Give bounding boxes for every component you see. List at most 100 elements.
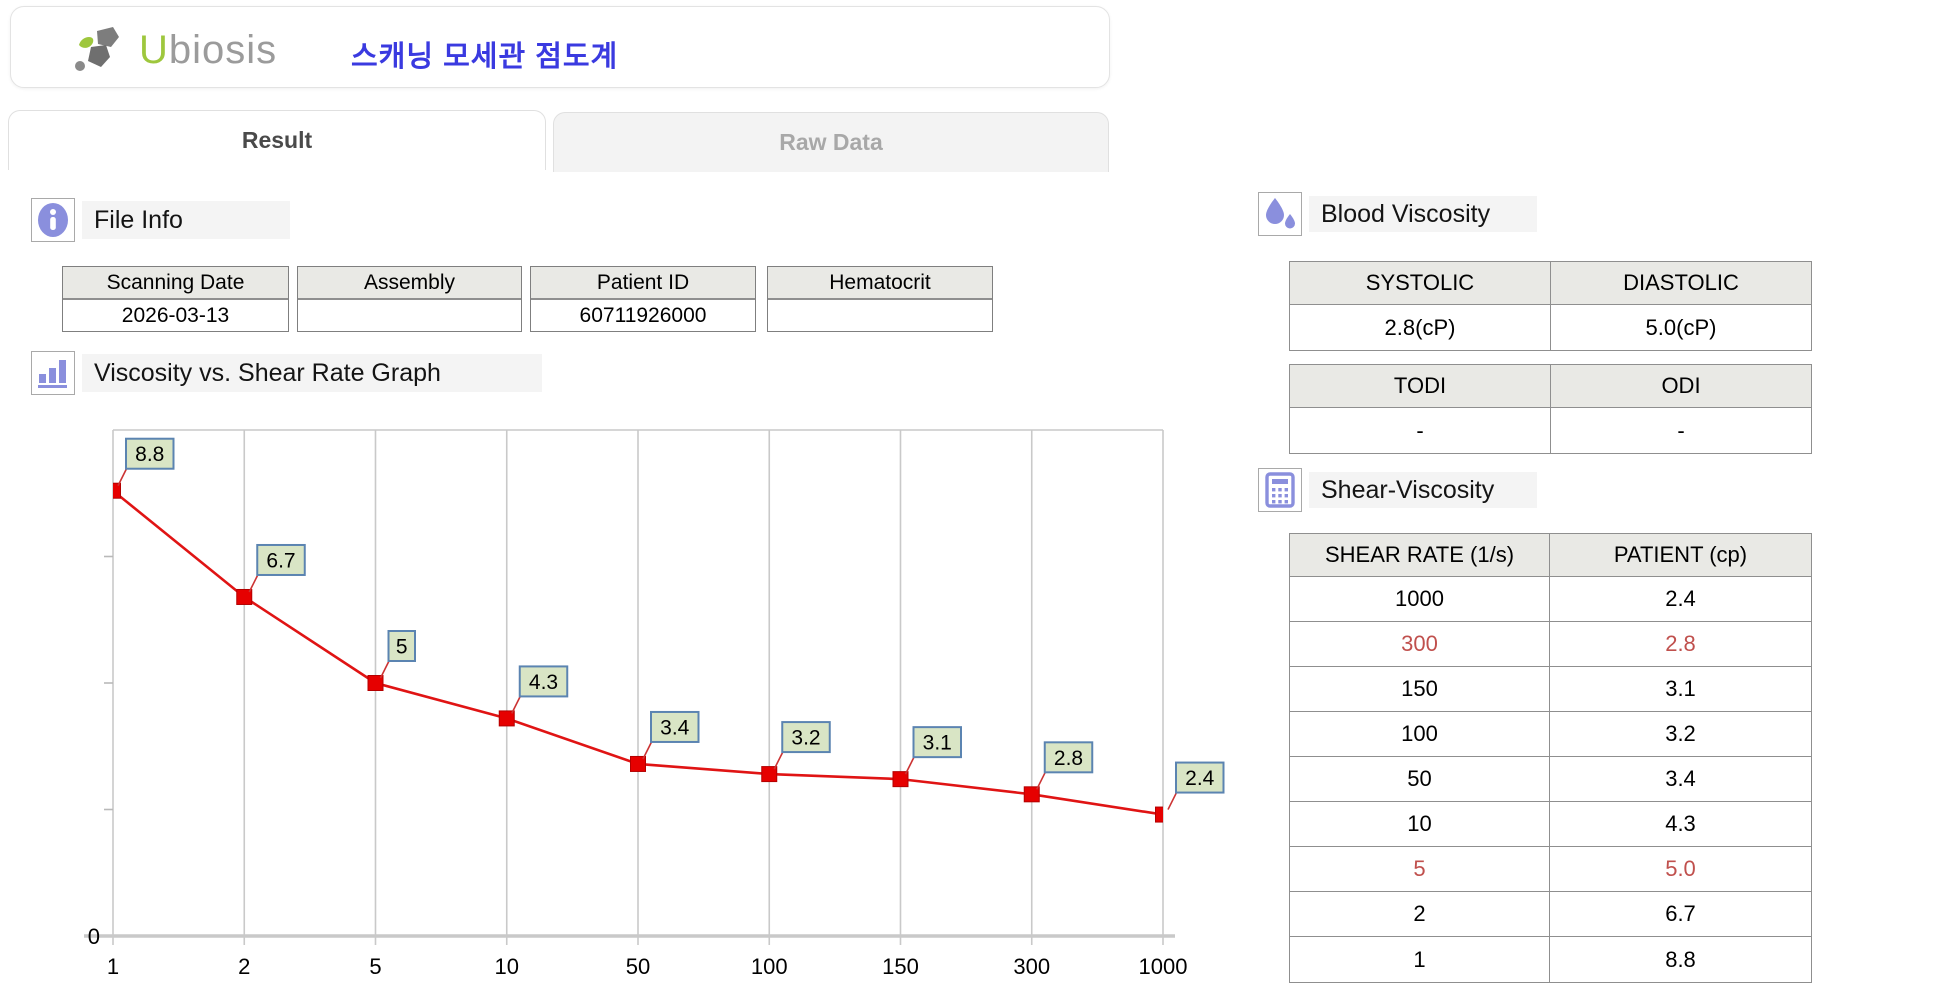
shear-viscosity-row: 1503.1 — [1290, 667, 1811, 712]
header-card: Ubiosis 스캐닝 모세관 점도계 — [10, 6, 1110, 88]
field-scanning-date: Scanning Date 2026-03-13 — [62, 266, 289, 332]
x-axis-label: 10 — [495, 954, 519, 979]
shear-viscosity-icon-box — [1258, 468, 1302, 512]
logo-biosis: biosis — [169, 28, 277, 72]
shear-viscosity-row: 3002.8 — [1290, 622, 1811, 667]
todi-value: - — [1290, 408, 1551, 453]
data-label-text: 3.1 — [923, 732, 952, 755]
diastolic-header: DIASTOLIC — [1551, 262, 1811, 304]
data-label-text: 3.4 — [660, 716, 690, 739]
patient-cell: 6.7 — [1550, 892, 1811, 936]
x-axis-label: 1 — [107, 954, 119, 979]
shear-viscosity-rows: 10002.43002.81503.11003.2503.4104.355.02… — [1290, 577, 1811, 982]
patient-cell: 3.1 — [1550, 667, 1811, 711]
shear-rate-cell: 1000 — [1290, 577, 1550, 621]
graph-icon-box — [31, 351, 75, 395]
field-label: Scanning Date — [63, 267, 288, 300]
systolic-header: SYSTOLIC — [1290, 262, 1551, 304]
label-leader-line — [1037, 771, 1046, 789]
info-icon — [35, 201, 71, 239]
label-leader-line — [118, 468, 127, 486]
shear-rate-cell: 5 — [1290, 847, 1550, 891]
shear-viscosity-row: 503.4 — [1290, 757, 1811, 802]
data-label-text: 2.4 — [1185, 767, 1215, 790]
shear-viscosity-row: 18.8 — [1290, 937, 1811, 982]
tab-raw-data[interactable]: Raw Data — [553, 112, 1109, 172]
data-label-text: 3.2 — [791, 727, 820, 750]
label-leader-line — [249, 574, 258, 592]
file-info-icon-box — [31, 198, 75, 242]
odi-header: ODI — [1551, 365, 1811, 407]
graph-section-title: Viscosity vs. Shear Rate Graph — [82, 354, 542, 392]
x-axis-label: 5 — [369, 954, 381, 979]
file-info-title: File Info — [82, 201, 290, 239]
viscosity-shear-rate-chart: 1 2 5 10 50 100 150 300 1000 0 8.8 6.7 5 4.3 3.4 3.2 3.1… — [70, 426, 1250, 992]
app-logo: Ubiosis — [73, 25, 277, 75]
field-patient-id: Patient ID 60711926000 — [530, 266, 756, 332]
data-label-text: 8.8 — [135, 443, 164, 466]
field-value: 60711926000 — [531, 300, 755, 331]
field-label: Hematocrit — [768, 267, 992, 300]
blood-viscosity-icon-box — [1258, 192, 1302, 236]
calculator-icon — [1263, 472, 1297, 508]
field-assembly: Assembly — [297, 266, 522, 332]
diastolic-value: 5.0(cP) — [1551, 305, 1811, 350]
shear-rate-cell: 300 — [1290, 622, 1550, 666]
shear-rate-cell: 100 — [1290, 712, 1550, 756]
data-label-text: 4.3 — [529, 671, 558, 694]
shear-viscosity-row: 104.3 — [1290, 802, 1811, 847]
field-hematocrit: Hematocrit — [767, 266, 993, 332]
label-leader-line — [1168, 792, 1177, 810]
app-logo-text: Ubiosis — [139, 25, 277, 75]
shear-rate-cell: 150 — [1290, 667, 1550, 711]
logo-letter-u: U — [139, 28, 169, 72]
patient-cell: 3.4 — [1550, 757, 1811, 801]
shear-viscosity-row: 26.7 — [1290, 892, 1811, 937]
shear-rate-column-header: SHEAR RATE (1/s) — [1290, 534, 1550, 576]
patient-cell: 5.0 — [1550, 847, 1811, 891]
x-axis-label: 300 — [1013, 954, 1050, 979]
shear-viscosity-row: 1003.2 — [1290, 712, 1811, 757]
blood-viscosity-title: Blood Viscosity — [1309, 196, 1537, 232]
odi-value: - — [1551, 408, 1811, 453]
x-axis-label: 50 — [626, 954, 650, 979]
x-axis-label: 100 — [751, 954, 788, 979]
field-value — [298, 300, 521, 331]
label-leader-line — [381, 660, 390, 678]
x-axis-label: 1000 — [1139, 954, 1188, 979]
label-leader-line — [643, 741, 652, 759]
shear-viscosity-table-header: SHEAR RATE (1/s) PATIENT (cp) — [1290, 534, 1811, 577]
data-label-text: 5 — [396, 636, 408, 659]
shear-rate-cell: 10 — [1290, 802, 1550, 846]
patient-cell: 2.8 — [1550, 622, 1811, 666]
data-label-text: 6.7 — [266, 549, 295, 572]
field-label: Assembly — [298, 267, 521, 300]
bar-chart-icon — [36, 356, 70, 390]
data-label-text: 2.8 — [1054, 747, 1083, 770]
patient-cell: 8.8 — [1550, 937, 1811, 982]
tab-result[interactable]: Result — [8, 110, 546, 170]
x-axis-label: 2 — [238, 954, 250, 979]
label-leader-line — [512, 695, 521, 713]
systolic-diastolic-table: SYSTOLIC DIASTOLIC 2.8(cP) 5.0(cP) — [1289, 261, 1812, 351]
x-axis-label: 150 — [882, 954, 919, 979]
blood-drops-icon — [1262, 196, 1298, 232]
shear-viscosity-row: 55.0 — [1290, 847, 1811, 892]
shear-rate-cell: 50 — [1290, 757, 1550, 801]
patient-cell: 4.3 — [1550, 802, 1811, 846]
todi-odi-table: TODI ODI - - — [1289, 364, 1812, 454]
shear-rate-cell: 2 — [1290, 892, 1550, 936]
field-value — [768, 300, 992, 331]
label-leader-line — [774, 751, 783, 769]
field-value: 2026-03-13 — [63, 300, 288, 331]
todi-header: TODI — [1290, 365, 1551, 407]
shear-rate-cell: 1 — [1290, 937, 1550, 982]
shear-viscosity-title: Shear-Viscosity — [1309, 472, 1537, 508]
field-label: Patient ID — [531, 267, 755, 300]
label-leader-line — [906, 756, 915, 774]
systolic-value: 2.8(cP) — [1290, 305, 1551, 350]
app-title-korean: 스캐닝 모세관 점도계 — [351, 33, 618, 75]
shear-viscosity-table: SHEAR RATE (1/s) PATIENT (cp) 10002.4300… — [1289, 533, 1812, 983]
patient-cell: 2.4 — [1550, 577, 1811, 621]
y-axis-origin-label: 0 — [88, 924, 100, 949]
